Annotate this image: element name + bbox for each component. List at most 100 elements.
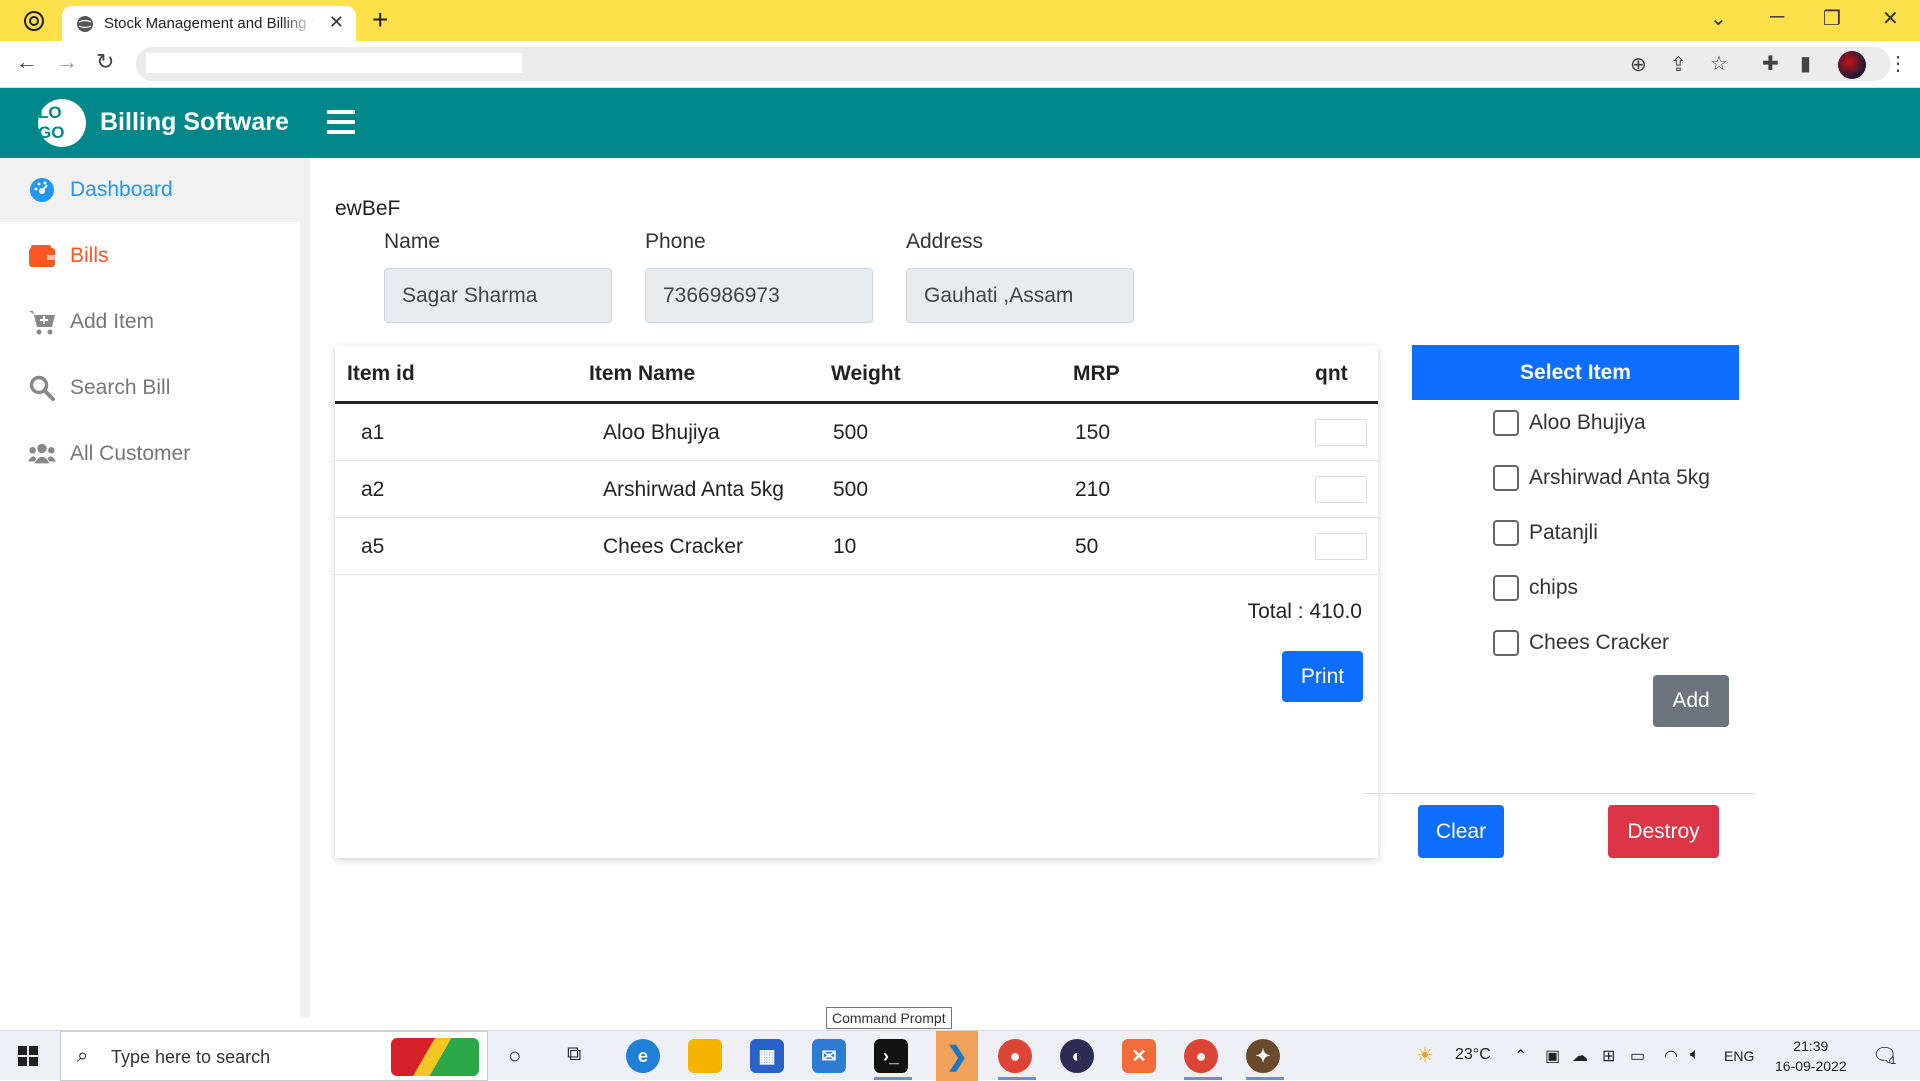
app-header: LO GO Billing Software xyxy=(0,88,1920,158)
clock-time: 21:39 xyxy=(1793,1038,1829,1054)
quantity-input[interactable] xyxy=(1315,419,1367,446)
chrome-icon[interactable]: ● xyxy=(998,1039,1032,1073)
tab-search-chevron-icon[interactable]: ⌄ xyxy=(1710,6,1727,31)
item-checkbox-arshirwad-anta[interactable]: Arshirwad Anta 5kg xyxy=(1493,465,1710,491)
weather-icon[interactable]: ☀ xyxy=(1416,1043,1434,1068)
sidebar-item-all-customer[interactable]: All Customer xyxy=(0,422,300,486)
system-clock[interactable]: 21:39 16-09-2022 xyxy=(1775,1036,1847,1076)
mrp-cell: 210 xyxy=(1075,478,1111,501)
wifi-icon[interactable]: ◠ xyxy=(1664,1046,1678,1066)
checkbox[interactable] xyxy=(1493,520,1519,546)
checkbox[interactable] xyxy=(1493,575,1519,601)
eclipse-icon[interactable]: ◐ xyxy=(1060,1039,1094,1073)
close-window-icon[interactable]: ✕ xyxy=(1882,6,1899,31)
address-label: Address xyxy=(906,230,984,253)
checkbox[interactable] xyxy=(1493,630,1519,656)
side-panel-icon[interactable]: ▮ xyxy=(1800,51,1811,76)
weight-cell: 500 xyxy=(833,421,869,444)
language-indicator[interactable]: ENG xyxy=(1724,1048,1754,1064)
zoom-icon[interactable]: ⊕ xyxy=(1630,52,1647,77)
meet-icon[interactable]: ▣ xyxy=(1545,1046,1560,1066)
task-view-icon[interactable]: ⧉ xyxy=(567,1043,581,1066)
quantity-input[interactable] xyxy=(1315,476,1367,503)
clear-button[interactable]: Clear xyxy=(1418,805,1504,858)
add-button[interactable]: Add xyxy=(1653,675,1729,727)
command-prompt-icon[interactable]: ›_ xyxy=(874,1039,908,1073)
browser-tabbar: Stock Management and Billing Software ✕ … xyxy=(0,0,1920,41)
search-icon: ⌕ xyxy=(77,1045,89,1067)
sidebar-item-dashboard[interactable]: Dashboard xyxy=(0,158,300,222)
weight-cell: 500 xyxy=(833,478,869,501)
checkbox[interactable] xyxy=(1493,410,1519,436)
cortana-icon[interactable]: ○ xyxy=(508,1043,521,1069)
app-logo: LO GO xyxy=(38,99,86,147)
checkbox-label: Arshirwad Anta 5kg xyxy=(1529,466,1710,489)
checkbox[interactable] xyxy=(1493,465,1519,491)
address-field[interactable]: Gauhati ,Assam xyxy=(906,268,1134,323)
mrp-cell: 150 xyxy=(1075,421,1111,444)
more-menu-icon[interactable]: ⋮ xyxy=(1888,51,1908,76)
volume-icon[interactable]: 🔈︎ xyxy=(1690,1046,1700,1064)
sidebar-item-add-item[interactable]: Add Item xyxy=(0,290,300,354)
chevron-up-icon[interactable]: ⌃ xyxy=(1514,1046,1527,1066)
game-app-icon[interactable]: ✦ xyxy=(1246,1039,1280,1073)
chrome-profile-icon[interactable]: ● xyxy=(1184,1039,1218,1073)
minimize-icon[interactable]: ─ xyxy=(1770,6,1784,29)
column-header: Item Name xyxy=(589,362,696,385)
sidebar-item-search-bill[interactable]: Search Bill xyxy=(0,356,300,420)
sidebar-item-bills[interactable]: Bills xyxy=(0,224,300,288)
destroy-button[interactable]: Destroy xyxy=(1608,805,1719,858)
file-explorer-icon[interactable] xyxy=(688,1039,722,1073)
table-header: Item id Item Name Weight MRP qnt xyxy=(335,346,1378,404)
xampp-icon[interactable]: ✕ xyxy=(1122,1039,1156,1073)
mrp-cell: 50 xyxy=(1075,535,1099,558)
display-icon[interactable]: ⊞ xyxy=(1602,1046,1615,1066)
item-name-cell: Arshirwad Anta 5kg xyxy=(603,478,784,501)
app-title: Billing Software xyxy=(100,108,289,136)
quantity-input[interactable] xyxy=(1315,533,1367,560)
weight-cell: 10 xyxy=(833,535,857,558)
mail-icon[interactable]: ✉ xyxy=(812,1039,846,1073)
notification-count: 1 xyxy=(1890,1055,1897,1067)
profile-avatar[interactable] xyxy=(1838,51,1866,79)
reload-icon[interactable]: ↻ xyxy=(96,49,114,75)
bill-heading: ewBeF xyxy=(335,197,401,220)
checkbox-label: chips xyxy=(1529,576,1579,599)
print-button[interactable]: Print xyxy=(1282,651,1363,702)
edge-browser-icon[interactable]: e xyxy=(626,1039,660,1073)
windows-taskbar: ⌕ Type here to search ○ ⧉ e ▦ ✉ ›_ ❯ ● ◐… xyxy=(0,1030,1920,1081)
forward-icon[interactable]: → xyxy=(56,49,78,75)
browser-tab[interactable]: Stock Management and Billing Software ✕ xyxy=(62,6,356,41)
item-checkbox-chees-cracker[interactable]: Chees Cracker xyxy=(1493,630,1669,656)
vscode-icon[interactable]: ❯ xyxy=(936,1031,978,1081)
openai-logo-icon xyxy=(24,11,44,31)
close-tab-icon[interactable]: ✕ xyxy=(329,12,344,33)
item-id-cell: a2 xyxy=(361,478,385,501)
extensions-puzzle-icon[interactable]: ✚ xyxy=(1762,51,1779,76)
item-id-cell: a1 xyxy=(361,421,385,444)
new-tab-button[interactable]: + xyxy=(372,4,388,36)
hamburger-menu-icon[interactable] xyxy=(327,110,355,140)
name-field[interactable]: Sagar Sharma xyxy=(384,268,612,323)
address-bar[interactable]: ⊕ ⇪ ☆ xyxy=(136,47,1891,81)
bookmark-star-icon[interactable]: ☆ xyxy=(1710,51,1728,76)
back-icon[interactable]: ← xyxy=(16,49,38,75)
item-checkbox-aloo-bhujiya[interactable]: Aloo Bhujiya xyxy=(1493,410,1646,436)
phone-field[interactable]: 7366986973 xyxy=(645,268,873,323)
battery-icon[interactable]: ▭ xyxy=(1630,1046,1645,1066)
microsoft-store-icon[interactable]: ▦ xyxy=(750,1039,784,1073)
taskbar-search[interactable]: ⌕ Type here to search xyxy=(60,1031,488,1081)
item-checkbox-chips[interactable]: chips xyxy=(1493,575,1578,601)
taskbar-search-placeholder: Type here to search xyxy=(111,1047,271,1067)
table-row: a2 Arshirwad Anta 5kg 500 210 xyxy=(335,461,1378,518)
windows-start-icon[interactable] xyxy=(18,1046,38,1066)
share-icon[interactable]: ⇪ xyxy=(1670,52,1687,77)
bill-items-card: Item id Item Name Weight MRP qnt a1 Aloo… xyxy=(335,346,1378,858)
browser-toolbar: ← → ↻ ⊕ ⇪ ☆ ✚ ▮ ⋮ xyxy=(0,41,1920,88)
weather-temp[interactable]: 23°C xyxy=(1455,1046,1491,1064)
item-name-cell: Chees Cracker xyxy=(603,535,744,558)
sidebar-item-label: Bills xyxy=(70,244,109,267)
restore-icon[interactable]: ❐ xyxy=(1823,6,1841,31)
item-checkbox-patanjli[interactable]: Patanjli xyxy=(1493,520,1598,546)
onedrive-icon[interactable]: ☁ xyxy=(1572,1046,1588,1066)
